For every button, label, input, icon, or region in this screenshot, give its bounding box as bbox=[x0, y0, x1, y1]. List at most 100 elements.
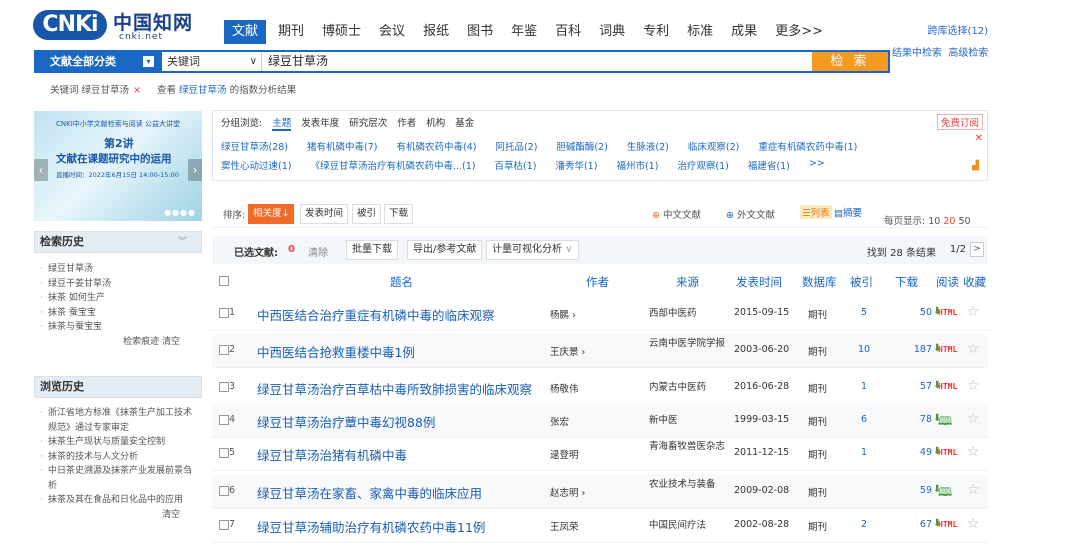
group-tab[interactable]: 机构 bbox=[426, 115, 445, 131]
topic-tag[interactable]: 窦性心动过速(1) bbox=[221, 158, 291, 172]
article-title-link[interactable]: 绿豆甘草汤在家畜、家禽中毒的临床应用 bbox=[257, 483, 482, 502]
topic-tag[interactable]: 胆碱酯酶(2) bbox=[556, 139, 607, 153]
per-page-option[interactable]: 20 bbox=[943, 216, 955, 227]
cited-count-link[interactable]: 1 bbox=[852, 381, 876, 392]
topic-tag[interactable]: 福州市(1) bbox=[616, 158, 658, 172]
next-page-button[interactable]: > bbox=[970, 242, 984, 257]
author-link[interactable]: 杨鹏 › bbox=[550, 307, 576, 321]
group-tab[interactable]: 研究层次 bbox=[349, 115, 387, 131]
source-link[interactable]: 西部中医药 bbox=[649, 307, 727, 320]
read-html-link[interactable]: HTML bbox=[938, 520, 957, 529]
row-checkbox[interactable] bbox=[219, 308, 229, 318]
author-link[interactable]: 张宏 bbox=[550, 414, 569, 428]
sort-date[interactable]: 发表时间 bbox=[300, 204, 349, 224]
source-link[interactable]: 云南中医学院学报 bbox=[649, 337, 727, 350]
export-button[interactable]: 导出/参考文献 bbox=[407, 240, 483, 260]
group-tab[interactable]: 作者 bbox=[397, 115, 416, 131]
nav-tab-more[interactable]: 更多>> bbox=[775, 20, 823, 44]
topic-tag[interactable]: 有机磷农药中毒(4) bbox=[396, 139, 476, 153]
search-input[interactable]: 绿豆甘草汤 bbox=[262, 52, 812, 71]
author-link[interactable]: 杨敬伟 bbox=[550, 381, 579, 395]
close-icon[interactable]: × bbox=[133, 85, 141, 96]
search-history-item[interactable]: 抹茶 蚕宝宝 bbox=[36, 306, 200, 321]
chart-icon[interactable]: ▟ bbox=[972, 161, 979, 171]
read-book-icon[interactable]: 🕮 bbox=[938, 483, 952, 504]
topic-tag[interactable]: 百草枯(1) bbox=[495, 158, 537, 172]
browse-history-item[interactable]: 浙江省地方标准《抹茶生产加工技术规范》通过专家审定 bbox=[36, 406, 200, 435]
search-history-item[interactable]: 抹茶与蚕宝宝 bbox=[36, 320, 200, 335]
search-history-item[interactable]: 绿豆甘草汤 bbox=[36, 262, 200, 277]
visual-analysis-button[interactable]: 计量可视化分析 ∨ bbox=[486, 240, 579, 260]
row-checkbox[interactable] bbox=[219, 345, 229, 355]
subscribe-button[interactable]: 免费订阅 bbox=[936, 114, 983, 130]
nav-tab[interactable]: 文献 bbox=[224, 20, 267, 44]
author-link[interactable]: 王庆景 › bbox=[550, 344, 585, 358]
source-link[interactable]: 中国民间疗法 bbox=[649, 519, 727, 532]
browse-history-item[interactable]: 抹茶的技术与人文分析 bbox=[36, 450, 200, 465]
search-history-actions[interactable]: 检索痕迹 清空 bbox=[36, 335, 200, 350]
favorite-star-icon[interactable]: ☆ bbox=[967, 378, 980, 394]
topic-tag[interactable]: 重症有机磷农药中毒(1) bbox=[758, 139, 857, 153]
sort-relevance[interactable]: 相关度↓ bbox=[248, 204, 295, 224]
nav-tab[interactable]: 词典 bbox=[599, 20, 625, 44]
row-checkbox[interactable] bbox=[219, 486, 229, 496]
index-analysis-link[interactable]: 绿豆甘草汤 bbox=[179, 85, 227, 96]
nav-tab[interactable]: 专利 bbox=[643, 20, 669, 44]
cited-count-link[interactable]: 5 bbox=[852, 307, 876, 318]
favorite-star-icon[interactable]: ☆ bbox=[967, 482, 980, 498]
abstract-view-toggle[interactable]: ▤摘要 bbox=[834, 205, 862, 219]
source-link[interactable]: 青海畜牧兽医杂志 bbox=[649, 440, 727, 453]
cross-db-select-link[interactable]: 跨库选择(12) bbox=[927, 22, 988, 37]
source-link[interactable]: 新中医 bbox=[649, 414, 727, 427]
topic-tag[interactable]: 绿豆甘草汤(28) bbox=[221, 139, 288, 153]
row-checkbox[interactable] bbox=[219, 415, 229, 425]
nav-tab[interactable]: 报纸 bbox=[423, 20, 449, 44]
more-topics-link[interactable]: >> bbox=[809, 158, 825, 172]
search-history-item[interactable]: 绿豆干姜甘草汤 bbox=[36, 277, 200, 292]
row-checkbox[interactable] bbox=[219, 520, 229, 530]
read-html-link[interactable]: HTML bbox=[938, 448, 957, 457]
foreign-docs-filter[interactable]: ⊕ 外文文献 bbox=[726, 207, 775, 221]
nav-tab[interactable]: 图书 bbox=[467, 20, 493, 44]
cited-count-link[interactable]: 1 bbox=[852, 447, 876, 458]
favorite-star-icon[interactable]: ☆ bbox=[967, 411, 980, 427]
favorite-star-icon[interactable]: ☆ bbox=[967, 516, 980, 532]
in-result-search-link[interactable]: 结果中检索 bbox=[892, 48, 942, 59]
nav-tab[interactable]: 百科 bbox=[555, 20, 581, 44]
category-select[interactable]: 文献全部分类 ▾ bbox=[36, 52, 162, 71]
article-title-link[interactable]: 中西医结合抢救重楼中毒1例 bbox=[257, 342, 415, 361]
read-html-link[interactable]: HTML bbox=[938, 382, 957, 391]
article-title-link[interactable]: 绿豆甘草汤治猪有机磷中毒 bbox=[257, 445, 407, 464]
topic-tag[interactable]: 《绿豆甘草汤治疗有机磷农药中毒...(1) bbox=[310, 158, 475, 172]
group-tab[interactable]: 发表年度 bbox=[301, 115, 339, 131]
author-link[interactable]: 王凤荣 bbox=[550, 519, 579, 533]
select-all-checkbox[interactable] bbox=[219, 276, 229, 286]
source-link[interactable]: 农业技术与装备 bbox=[649, 478, 727, 491]
favorite-star-icon[interactable]: ☆ bbox=[967, 304, 980, 320]
cited-count-link[interactable]: 6 bbox=[852, 414, 876, 425]
nav-tab[interactable]: 标准 bbox=[687, 20, 713, 44]
per-page-option[interactable]: 10 bbox=[928, 216, 940, 227]
favorite-star-icon[interactable]: ☆ bbox=[967, 341, 980, 357]
nav-tab[interactable]: 成果 bbox=[731, 20, 757, 44]
per-page-option[interactable]: 50 bbox=[958, 216, 970, 227]
author-link[interactable]: 赵志明 › bbox=[550, 485, 585, 499]
row-checkbox[interactable] bbox=[219, 382, 229, 392]
topic-tag[interactable]: 阿托品(2) bbox=[495, 139, 537, 153]
cited-count-link[interactable]: 10 bbox=[852, 344, 876, 355]
promo-banner[interactable]: CNKI中小学文献检索与阅读 公益大讲堂 第2讲 文献在课题研究中的运用 直播时… bbox=[34, 111, 202, 221]
banner-dots-icon[interactable]: ●●●● bbox=[164, 208, 196, 217]
author-link[interactable]: 逯登明 bbox=[550, 447, 579, 461]
group-tab[interactable]: 主题 bbox=[272, 115, 292, 131]
nav-tab[interactable]: 年鉴 bbox=[511, 20, 537, 44]
cited-count-link[interactable]: 2 bbox=[852, 519, 876, 530]
browse-history-clear[interactable]: 清空 bbox=[36, 508, 200, 523]
read-html-link[interactable]: HTML bbox=[938, 308, 957, 317]
browse-history-item[interactable]: 抹茶及其在食品和日化品中的应用 bbox=[36, 493, 200, 508]
advanced-search-link[interactable]: 高级检索 bbox=[948, 48, 988, 59]
banner-prev-arrow-icon[interactable]: ‹ bbox=[34, 159, 48, 181]
topic-tag[interactable]: 猪有机磷中毒(7) bbox=[307, 139, 377, 153]
close-icon[interactable]: ✕ bbox=[975, 133, 983, 144]
read-book-icon[interactable]: 🕮 bbox=[938, 412, 952, 433]
article-title-link[interactable]: 中西医结合治疗重症有机磷中毒的临床观察 bbox=[257, 305, 495, 324]
